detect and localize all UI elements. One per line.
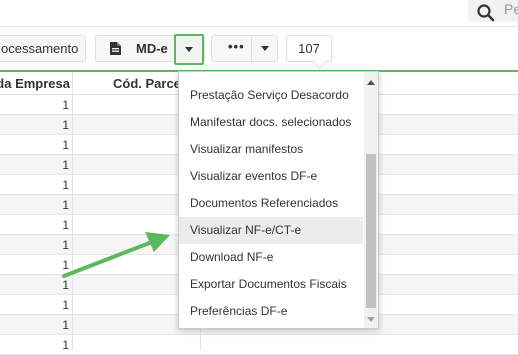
annotation-arrow-icon [62, 232, 170, 278]
